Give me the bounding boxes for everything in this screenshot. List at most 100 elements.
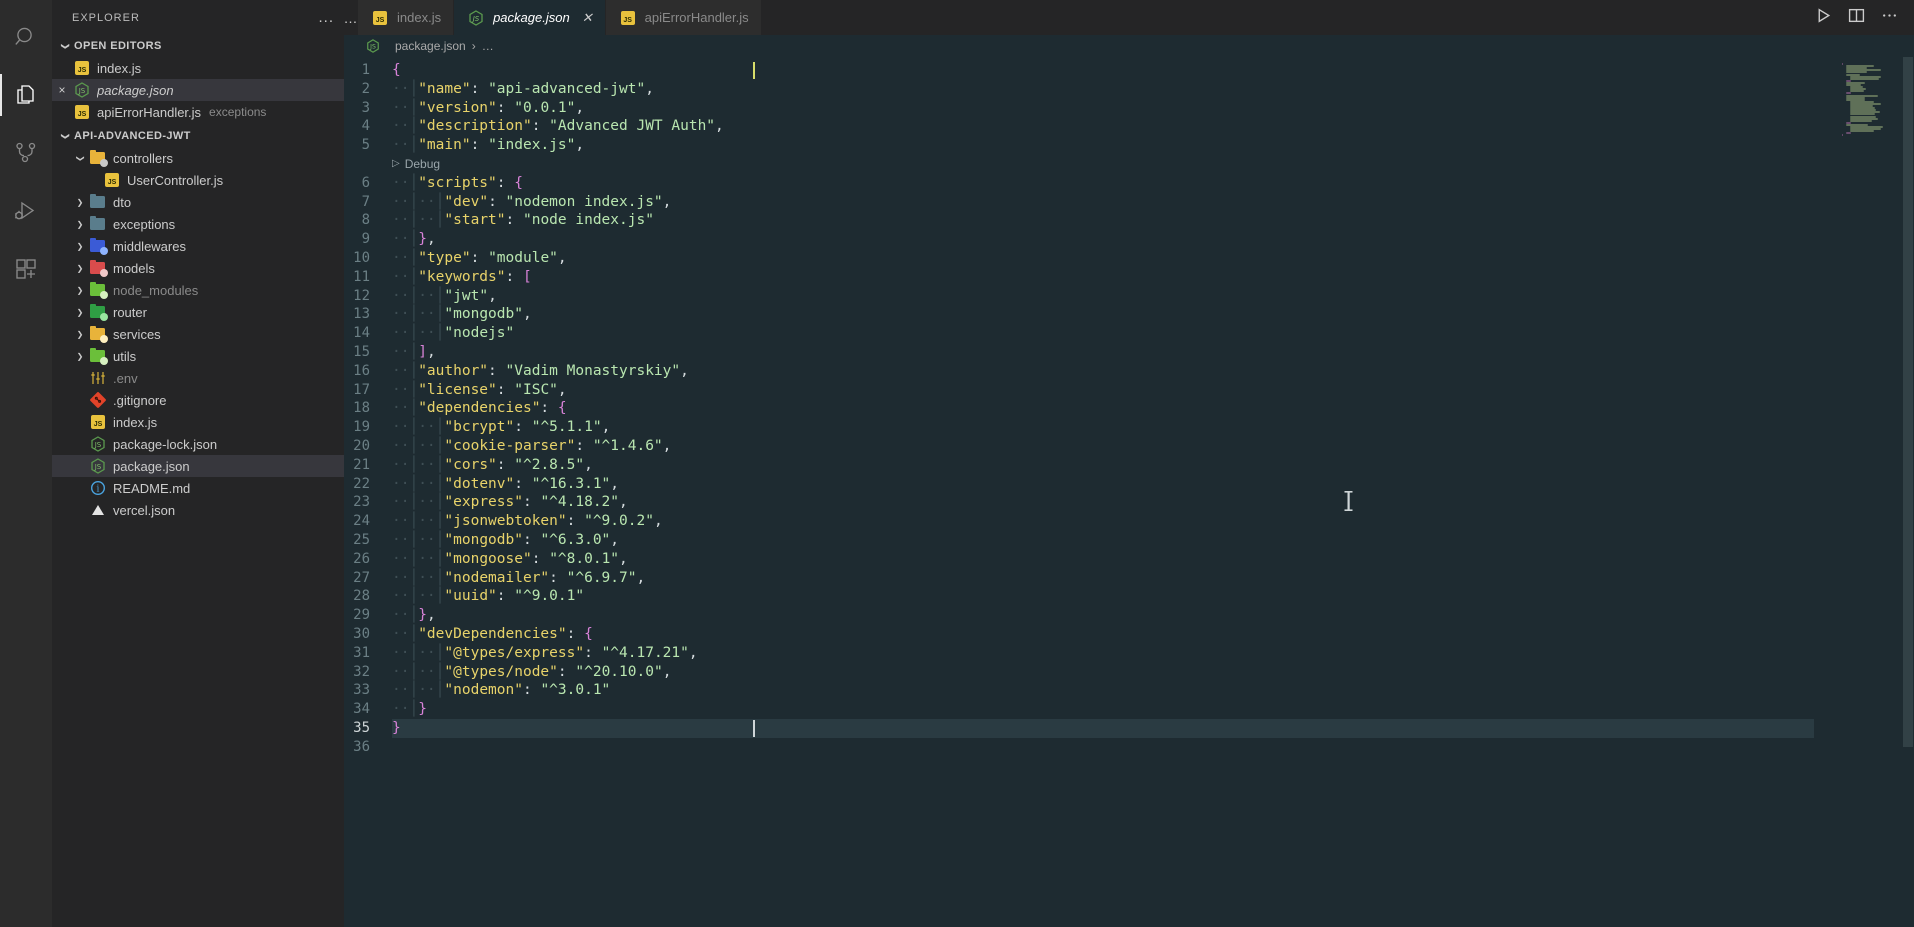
search-icon[interactable] bbox=[0, 8, 52, 66]
tree-item-dto[interactable]: dto bbox=[52, 191, 344, 213]
codelens-debug[interactable]: ▷ Debug bbox=[344, 155, 440, 174]
codelens-label[interactable]: Debug bbox=[405, 155, 440, 174]
close-icon[interactable]: ✕ bbox=[582, 10, 593, 26]
minimap-line bbox=[1850, 119, 1872, 122]
code-line[interactable]: 18 ··│"dependencies": { bbox=[344, 399, 1914, 418]
code-line[interactable]: 14 ··│··│"nodejs" bbox=[344, 324, 1914, 343]
run-debug-icon[interactable] bbox=[0, 182, 52, 240]
tabs-overflow-icon[interactable]: … bbox=[344, 0, 358, 35]
tree-item-middlewares[interactable]: middlewares bbox=[52, 235, 344, 257]
open-editor-item-index[interactable]: JS index.js bbox=[52, 57, 344, 79]
open-editor-item-api-error-handler[interactable]: JS apiErrorHandler.js exceptions bbox=[52, 101, 344, 123]
tree-item-utils[interactable]: utils bbox=[52, 345, 344, 367]
tree-item-models[interactable]: models bbox=[52, 257, 344, 279]
more-actions-icon[interactable] bbox=[1881, 7, 1898, 29]
code-line[interactable]: 35} bbox=[344, 719, 1914, 738]
line-number: 14 bbox=[353, 325, 370, 342]
code-line[interactable]: 33 ··│··│"nodemon": "^3.0.1" bbox=[344, 681, 1914, 700]
editor-vertical-scrollbar[interactable] bbox=[1900, 57, 1914, 927]
code-line[interactable]: 30 ··│"devDependencies": { bbox=[344, 625, 1914, 644]
tree-item-router[interactable]: router bbox=[52, 301, 344, 323]
section-workspace[interactable]: API-ADVANCED-JWT bbox=[52, 125, 344, 147]
tree-item-package-lock-json[interactable]: JS package-lock.json bbox=[52, 433, 344, 455]
tree-item-controllers[interactable]: controllers bbox=[52, 147, 344, 169]
code-line[interactable]: 3 ··│"version": "0.0.1", bbox=[344, 99, 1914, 118]
code-line[interactable]: 17 ··│"license": "ISC", bbox=[344, 381, 1914, 400]
code-line-text: ··│··│"cookie-parser": "^1.4.6", bbox=[392, 438, 672, 454]
code-line[interactable]: 19 ··│··│"bcrypt": "^5.1.1", bbox=[344, 418, 1914, 437]
code-line[interactable]: 20 ··│··│"cookie-parser": "^1.4.6", bbox=[344, 437, 1914, 456]
code-line[interactable]: 8 ··│··│"start": "node index.js" bbox=[344, 211, 1914, 230]
code-line[interactable]: 9 ··│}, bbox=[344, 230, 1914, 249]
code-line-text: ··│"devDependencies": { bbox=[392, 626, 593, 642]
code-line[interactable]: 25 ··│··│"mongodb": "^6.3.0", bbox=[344, 531, 1914, 550]
tree-item-index-js[interactable]: JS index.js bbox=[52, 411, 344, 433]
tab-package-json[interactable]: JS package.json ✕ bbox=[454, 0, 606, 35]
tree-item-label: router bbox=[113, 304, 147, 320]
minimap[interactable] bbox=[1838, 57, 1900, 927]
explorer-icon[interactable] bbox=[0, 66, 52, 124]
code-line[interactable]: 21 ··│··│"cors": "^2.8.5", bbox=[344, 456, 1914, 475]
code-line[interactable]: 5 ··│"main": "index.js", bbox=[344, 136, 1914, 155]
chevron-right-icon[interactable] bbox=[72, 307, 88, 317]
breadcrumb-tail[interactable]: … bbox=[482, 39, 494, 53]
code-line[interactable]: 16 ··│"author": "Vadim Monastyrskiy", bbox=[344, 362, 1914, 381]
code-line[interactable]: 34 ··│} bbox=[344, 700, 1914, 719]
code-line[interactable]: 29 ··│}, bbox=[344, 606, 1914, 625]
chevron-right-icon[interactable] bbox=[72, 197, 88, 207]
code-line[interactable]: 32 ··│··│"@types/node": "^20.10.0", bbox=[344, 663, 1914, 682]
chevron-right-icon[interactable] bbox=[72, 285, 88, 295]
breadcrumb-file[interactable]: package.json bbox=[395, 39, 466, 53]
code-line[interactable]: 7 ··│··│"dev": "nodemon index.js", bbox=[344, 193, 1914, 212]
chevron-down-icon[interactable] bbox=[72, 153, 88, 163]
open-editor-label: index.js bbox=[97, 60, 142, 76]
tree-item-usercontroller-js[interactable]: JS UserController.js bbox=[52, 169, 344, 191]
code-line[interactable]: 36 bbox=[344, 738, 1914, 757]
code-line[interactable]: 23 ··│··│"express": "^4.18.2", bbox=[344, 493, 1914, 512]
tab-api-error-handler-js[interactable]: JS apiErrorHandler.js bbox=[605, 0, 762, 35]
code-line[interactable]: 11 ··│"keywords": [ bbox=[344, 268, 1914, 287]
chevron-right-icon[interactable] bbox=[72, 219, 88, 229]
code-line[interactable]: 27 ··│··│"nodemailer": "^6.9.7", bbox=[344, 569, 1914, 588]
code-editor[interactable]: 1{2 ··│"name": "api-advanced-jwt", 3 ··│"ve… bbox=[344, 57, 1914, 927]
tree-item-label: dto bbox=[113, 194, 132, 210]
chevron-right-icon[interactable] bbox=[72, 263, 88, 273]
code-lines[interactable]: 1{2 ··│"name": "api-advanced-jwt", 3 ··│"ve… bbox=[344, 57, 1914, 927]
tree-item-vercel-json[interactable]: vercel.json bbox=[52, 499, 344, 521]
code-line[interactable]: 6 ··│"scripts": { bbox=[344, 174, 1914, 193]
tree-item-exceptions[interactable]: exceptions bbox=[52, 213, 344, 235]
close-icon[interactable]: × bbox=[52, 83, 72, 97]
extensions-icon[interactable] bbox=[0, 240, 52, 298]
code-line[interactable]: 10 ··│"type": "module", bbox=[344, 249, 1914, 268]
chevron-right-icon[interactable] bbox=[72, 351, 88, 361]
tree-item-node-modules[interactable]: node_modules bbox=[52, 279, 344, 301]
section-open-editors[interactable]: OPEN EDITORS bbox=[52, 35, 344, 57]
chevron-right-icon[interactable] bbox=[72, 241, 88, 251]
code-line[interactable]: 12 ··│··│"jwt", bbox=[344, 287, 1914, 306]
file-tree: controllers JS UserController.js dto excepti… bbox=[52, 147, 344, 521]
open-editor-item-package-json[interactable]: × JS package.json bbox=[52, 79, 344, 101]
chevron-right-icon[interactable] bbox=[72, 329, 88, 339]
tree-item--env[interactable]: .env bbox=[52, 367, 344, 389]
sidebar-more-actions-icon[interactable]: ... bbox=[318, 9, 334, 26]
tree-item-label: controllers bbox=[113, 150, 173, 166]
tab-index-js[interactable]: JS index.js bbox=[358, 0, 455, 35]
code-line[interactable]: 31 ··│··│"@types/express": "^4.17.21", bbox=[344, 644, 1914, 663]
split-editor-icon[interactable] bbox=[1848, 7, 1865, 29]
code-line[interactable]: 26 ··│··│"mongoose": "^8.0.1", bbox=[344, 550, 1914, 569]
tree-item--gitignore[interactable]: .gitignore bbox=[52, 389, 344, 411]
tree-item-readme-md[interactable]: i README.md bbox=[52, 477, 344, 499]
code-line[interactable]: 1{ bbox=[344, 61, 1914, 80]
code-line[interactable]: 22 ··│··│"dotenv": "^16.3.1", bbox=[344, 475, 1914, 494]
code-line[interactable]: 24 ··│··│"jsonwebtoken": "^9.0.2", bbox=[344, 512, 1914, 531]
tree-item-services[interactable]: services bbox=[52, 323, 344, 345]
code-line[interactable]: 2 ··│"name": "api-advanced-jwt", bbox=[344, 80, 1914, 99]
tree-item-package-json[interactable]: JS package.json bbox=[52, 455, 344, 477]
code-line[interactable]: 4 ··│"description": "Advanced JWT Auth", bbox=[344, 117, 1914, 136]
code-line[interactable]: 28 ··│··│"uuid": "^9.0.1" bbox=[344, 587, 1914, 606]
code-line[interactable]: 13 ··│··│"mongodb", bbox=[344, 305, 1914, 324]
run-file-icon[interactable] bbox=[1815, 7, 1832, 29]
code-line[interactable]: 15 ··│], bbox=[344, 343, 1914, 362]
js-file-icon: JS bbox=[618, 10, 638, 26]
source-control-icon[interactable] bbox=[0, 124, 52, 182]
